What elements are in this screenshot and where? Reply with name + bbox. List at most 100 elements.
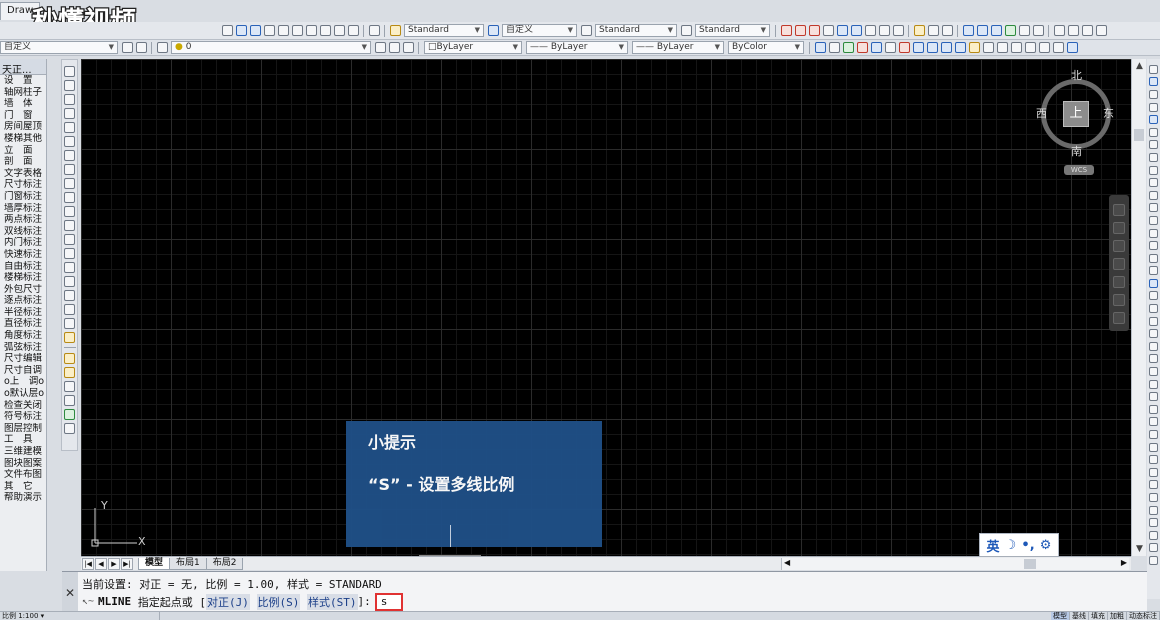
tz-tool-4-icon[interactable] [962,25,974,36]
status-btn-baseline[interactable]: 基线 [1070,612,1089,620]
array-icon[interactable] [1149,115,1158,125]
tz-layer-9-icon[interactable] [926,42,938,53]
tz-tool-12-icon[interactable] [1081,25,1093,36]
side-menu-item[interactable]: 三维建模 [0,446,46,458]
pan-icon[interactable] [221,25,233,36]
zoom-previous-icon[interactable] [263,25,275,36]
punctuation-icon[interactable]: •, [1021,538,1034,553]
side-menu-item[interactable]: 工 具 [0,434,46,446]
properties-icon[interactable] [277,25,289,36]
tz-layer-19-icon[interactable] [1066,42,1078,53]
dim-style-select[interactable]: 自定义 ▼ [502,24,577,37]
mleader-style-select[interactable]: Standard ▼ [695,24,770,37]
color-select[interactable]: □ByLayer ▼ [424,41,522,54]
hatch-icon[interactable] [64,261,75,273]
table-icon[interactable] [64,303,75,315]
modify-copy-icon[interactable] [64,366,75,378]
right-tool-24-icon[interactable] [1149,354,1158,364]
lineweight-select[interactable]: —— ByLayer ▼ [632,41,724,54]
right-tool-35-icon[interactable] [1149,492,1158,502]
right-tool-25-icon[interactable] [1149,367,1158,377]
viewcube-east-label[interactable]: 东 [1103,105,1114,121]
side-menu-item[interactable]: 剖 面 [0,156,46,168]
break-point-icon[interactable] [1149,203,1158,213]
scroll-left-arrow-icon[interactable]: ◀ [784,558,790,567]
horizontal-scrollbar[interactable]: ◀ ▶ [781,558,1129,570]
last-tab-icon[interactable]: ▶| [121,557,133,570]
status-btn-model[interactable]: 模型 [1051,612,1070,620]
plotstyle-select[interactable]: ByColor ▼ [728,41,804,54]
vertical-scroll-thumb[interactable] [1134,129,1144,141]
side-menu-item[interactable]: 文字表格 [0,168,46,180]
first-tab-icon[interactable]: |◀ [82,557,94,570]
arc-icon[interactable] [64,135,75,147]
tz-layer-16-icon[interactable] [1024,42,1036,53]
side-menu-item[interactable]: 楼梯标注 [0,272,46,284]
right-tool-21-icon[interactable] [1149,316,1158,326]
side-menu-item[interactable]: 角度标注 [0,330,46,342]
tz-layer-18-icon[interactable] [1052,42,1064,53]
side-menu-item[interactable]: 符号标注 [0,411,46,423]
revision-cloud-icon[interactable] [64,163,75,175]
table-style-select[interactable]: Standard ▼ [595,24,677,37]
tz-tool-10-icon[interactable] [1053,25,1065,36]
circle-icon[interactable] [64,149,75,161]
vertical-scrollbar[interactable]: ▲ ▼ [1131,59,1146,556]
make-block-icon[interactable] [64,233,75,245]
modify-erase-icon[interactable] [64,352,75,364]
tz-layer-12-icon[interactable] [968,42,980,53]
gradient-icon[interactable] [64,275,75,287]
move-icon[interactable] [1149,127,1158,137]
osnap-midpoint-icon[interactable] [794,25,806,36]
tz-layer-7-icon[interactable] [898,42,910,53]
mirror-icon[interactable] [1149,89,1158,99]
zoom-window-icon[interactable] [249,25,261,36]
scale-icon[interactable] [1149,152,1158,162]
side-menu-item[interactable]: 图层控制 [0,423,46,435]
viewcube-north-label[interactable]: 北 [1071,67,1082,83]
workspace-save-icon[interactable] [135,42,147,53]
side-menu-item[interactable]: 检查关闭 [0,400,46,412]
rectangle-icon[interactable] [64,121,75,133]
linetype-select[interactable]: —— ByLayer ▼ [526,41,628,54]
tab-layout2[interactable]: 布局2 [205,557,244,570]
side-menu-item[interactable]: 门窗标注 [0,191,46,203]
tz-tool-11-icon[interactable] [1067,25,1079,36]
side-menu-item[interactable]: 楼梯其他 [0,133,46,145]
gear-icon[interactable]: ⚙ [1040,538,1052,553]
chamfer-icon[interactable] [1149,241,1158,251]
layer-manager-icon[interactable] [156,42,168,53]
point-icon[interactable] [64,247,75,259]
zoom-realtime-icon[interactable] [235,25,247,36]
side-menu-item[interactable]: 半径标注 [0,307,46,319]
modify-array-icon[interactable] [64,408,75,420]
right-tool-26-icon[interactable] [1149,379,1158,389]
osnap-endpoint-icon[interactable] [780,25,792,36]
dim-baseline-icon[interactable] [850,25,862,36]
tz-layer-11-icon[interactable] [954,42,966,53]
insert-block-icon[interactable] [64,219,75,231]
status-btn-fill[interactable]: 填充 [1089,612,1108,620]
tz-tool-13-icon[interactable] [1095,25,1107,36]
side-menu-item[interactable]: 门 窗 [0,110,46,122]
tz-layer-13-icon[interactable] [982,42,994,53]
layer-select[interactable]: ● 0 ▼ [171,41,371,54]
side-menu-item[interactable]: 弧弦标注 [0,342,46,354]
side-menu-item[interactable]: 设 置 [0,75,46,87]
extend-icon[interactable] [1149,190,1158,200]
side-menu-item[interactable]: 墙 体 [0,98,46,110]
tz-tool-9-icon[interactable] [1032,25,1044,36]
side-menu-item[interactable]: 逐点标注 [0,295,46,307]
stretch-icon[interactable] [1149,165,1158,175]
tz-tool-2-icon[interactable] [927,25,939,36]
tool-palette-icon[interactable] [305,25,317,36]
side-menu-item[interactable]: 快速标注 [0,249,46,261]
workspace-settings-icon[interactable] [121,42,133,53]
copy-icon[interactable] [1149,77,1158,87]
calculator-icon[interactable] [347,25,359,36]
next-tab-icon[interactable]: ▶ [108,557,120,570]
close-command-window-icon[interactable]: ✕ [62,572,78,612]
erase-icon[interactable] [1149,64,1158,74]
join-icon[interactable] [1149,228,1158,238]
side-menu-item[interactable]: 墙厚标注 [0,203,46,215]
